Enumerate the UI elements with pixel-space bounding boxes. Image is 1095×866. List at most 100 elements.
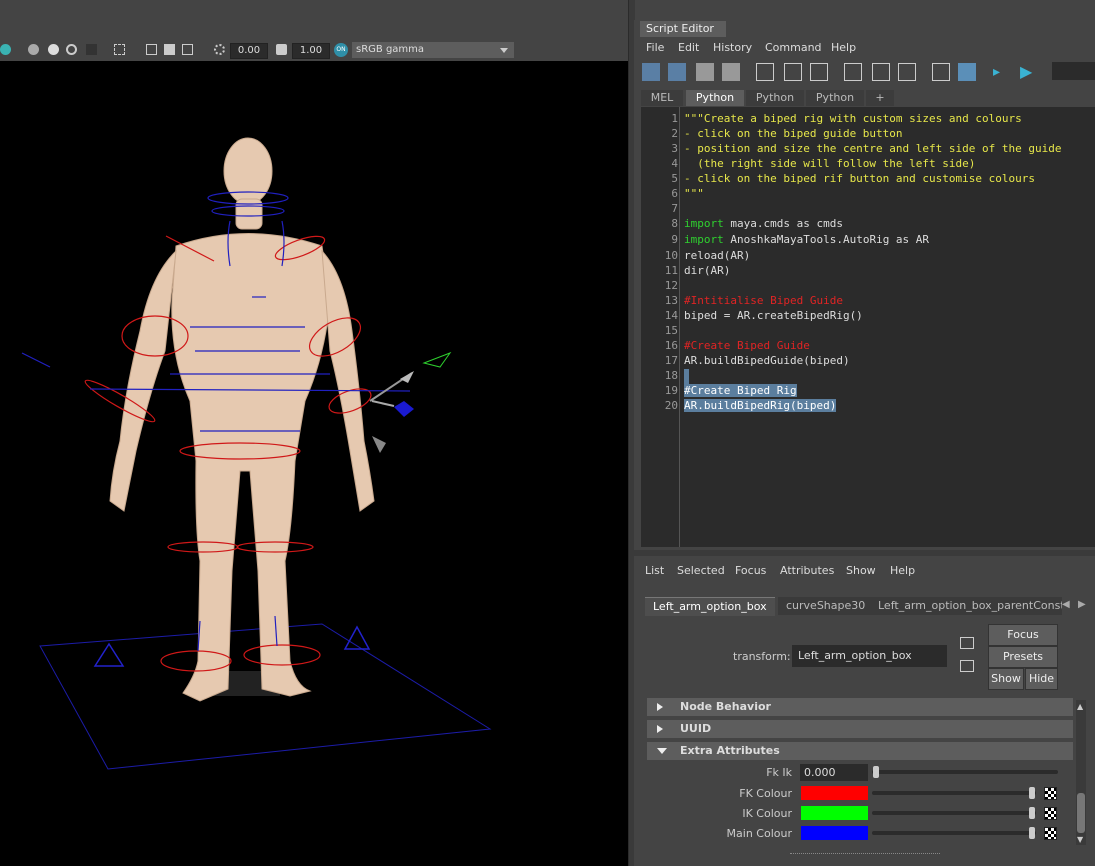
character-mesh[interactable]	[109, 137, 375, 702]
menu-list[interactable]: List	[645, 564, 664, 577]
exposure-icon[interactable]	[214, 44, 225, 55]
ambient-occlusion-icon[interactable]	[66, 44, 77, 55]
tab-scroll-left-icon[interactable]: ◀	[1062, 599, 1070, 610]
code-line[interactable]: dir(AR)	[684, 264, 730, 277]
menu-help[interactable]: Help	[890, 564, 915, 577]
ik-colour-slider-handle[interactable]	[1029, 807, 1035, 819]
tab-left-arm-option-box[interactable]: Left_arm_option_box	[645, 597, 775, 616]
move-manipulator[interactable]	[369, 351, 452, 453]
main-colour-slider[interactable]	[872, 831, 1036, 835]
scroll-up-icon[interactable]: ▲	[1077, 702, 1083, 711]
menu-command[interactable]: Command	[765, 41, 822, 54]
code-comment[interactable]: #Intitialise Biped Guide	[684, 294, 843, 307]
source-script-icon[interactable]	[668, 63, 686, 81]
tab-python-active[interactable]: Python	[686, 90, 744, 106]
show-history-icon[interactable]	[844, 63, 862, 81]
fk-ik-slider-handle[interactable]	[873, 766, 879, 778]
clear-history-icon[interactable]	[756, 63, 774, 81]
menu-attributes[interactable]: Attributes	[780, 564, 834, 577]
foot-control-left[interactable]	[93, 642, 125, 667]
show-both-icon[interactable]	[898, 63, 916, 81]
command-search-field[interactable]	[1052, 62, 1095, 80]
output-connections-icon[interactable]	[960, 660, 974, 672]
tab-mel[interactable]: MEL	[641, 90, 683, 106]
tab-python-3[interactable]: Python	[806, 90, 864, 106]
menu-history[interactable]: History	[713, 41, 752, 54]
fk-colour-map-icon[interactable]	[1044, 787, 1057, 800]
code-line[interactable]: import maya.cmds as cmds	[684, 217, 843, 230]
clear-input-icon[interactable]	[784, 63, 802, 81]
save-script-icon[interactable]	[696, 63, 714, 81]
code-line[interactable]: import AnoshkaMayaTools.AutoRig as AR	[684, 233, 929, 246]
clear-all-icon[interactable]	[810, 63, 828, 81]
code-line[interactable]: - click on the biped rif button and cust…	[684, 172, 1035, 185]
fk-ik-slider[interactable]	[872, 770, 1058, 774]
code-line[interactable]: """Create a biped rig with custom sizes …	[684, 112, 1022, 125]
editor-splitter[interactable]	[634, 550, 1095, 556]
motion-blur-icon[interactable]	[86, 44, 97, 55]
tab-python-2[interactable]: Python	[746, 90, 804, 106]
echo-commands-icon[interactable]	[932, 63, 950, 81]
frame-node-behavior[interactable]: Node Behavior	[647, 698, 1073, 716]
menu-selected[interactable]: Selected	[677, 564, 725, 577]
ik-colour-swatch[interactable]	[801, 806, 868, 820]
menu-file[interactable]: File	[646, 41, 664, 54]
code-line[interactable]: - position and size the centre and left …	[684, 142, 1062, 155]
code-line[interactable]: (the right side will follow the left sid…	[684, 157, 975, 170]
menu-focus[interactable]: Focus	[735, 564, 766, 577]
execute-selected-icon[interactable]: ▸	[993, 63, 1011, 81]
transform-name-field[interactable]: Left_arm_option_box	[792, 645, 947, 667]
hide-button[interactable]: Hide	[1025, 668, 1058, 690]
scroll-down-icon[interactable]: ▼	[1077, 835, 1083, 844]
tab-scroll-right-icon[interactable]: ▶	[1078, 599, 1086, 610]
gamma-field[interactable]: 1.00	[292, 43, 330, 59]
xray-icon[interactable]	[146, 44, 157, 55]
main-colour-swatch[interactable]	[801, 826, 868, 840]
xray-joints-icon[interactable]	[164, 44, 175, 55]
code-comment-selected[interactable]: #Create Biped Rig	[684, 384, 797, 397]
colorspace-select[interactable]: sRGB gamma	[352, 42, 514, 58]
menu-help[interactable]: Help	[831, 41, 856, 54]
frame-extra-attributes[interactable]: Extra Attributes	[647, 742, 1073, 760]
tab-curve-shape[interactable]: curveShape30	[778, 597, 874, 615]
code-line[interactable]: """	[684, 187, 704, 200]
focus-button[interactable]: Focus	[988, 624, 1058, 646]
shadows-icon[interactable]	[48, 44, 59, 55]
fk-colour-slider-handle[interactable]	[1029, 787, 1035, 799]
gamma-icon[interactable]	[276, 44, 287, 55]
line-numbers-icon[interactable]	[958, 63, 976, 81]
shading-icon[interactable]	[0, 44, 11, 55]
main-colour-map-icon[interactable]	[1044, 827, 1057, 840]
code-line-selected[interactable]: AR.buildBipedRig(biped)	[684, 399, 837, 412]
ik-colour-map-icon[interactable]	[1044, 807, 1057, 820]
code-comment[interactable]: #Create Biped Guide	[684, 339, 810, 352]
show-input-icon[interactable]	[872, 63, 890, 81]
frame-uuid[interactable]: UUID	[647, 720, 1073, 738]
xray-active-icon[interactable]	[182, 44, 193, 55]
colorspace-toggle-icon[interactable]: ON	[334, 43, 348, 57]
ik-colour-slider[interactable]	[872, 811, 1036, 815]
tab-parent-constraint[interactable]: Left_arm_option_box_parentConstr	[870, 597, 1062, 615]
fk-colour-swatch[interactable]	[801, 786, 868, 800]
attribute-scrollbar-thumb[interactable]	[1077, 793, 1085, 833]
input-connections-icon[interactable]	[960, 637, 974, 649]
presets-button[interactable]: Presets	[988, 646, 1058, 668]
code-line[interactable]: AR.buildBipedGuide(biped)	[684, 354, 850, 367]
fk-ik-field[interactable]: 0.000	[800, 764, 868, 781]
isolate-select-icon[interactable]	[114, 44, 125, 55]
menu-show[interactable]: Show	[846, 564, 876, 577]
menu-edit[interactable]: Edit	[678, 41, 699, 54]
save-to-shelf-icon[interactable]	[722, 63, 740, 81]
open-script-icon[interactable]	[642, 63, 660, 81]
execute-all-icon[interactable]: ▶	[1020, 63, 1038, 81]
exposure-field[interactable]: 0.00	[230, 43, 268, 59]
tab-add[interactable]: +	[866, 90, 894, 106]
code-line[interactable]: reload(AR)	[684, 249, 750, 262]
main-colour-slider-handle[interactable]	[1029, 827, 1035, 839]
code-line[interactable]: biped = AR.createBipedRig()	[684, 309, 863, 322]
fk-colour-slider[interactable]	[872, 791, 1036, 795]
resize-handle[interactable]	[790, 853, 940, 854]
3d-viewport[interactable]	[0, 61, 628, 866]
show-button[interactable]: Show	[988, 668, 1024, 690]
code-line[interactable]: - click on the biped guide button	[684, 127, 903, 140]
